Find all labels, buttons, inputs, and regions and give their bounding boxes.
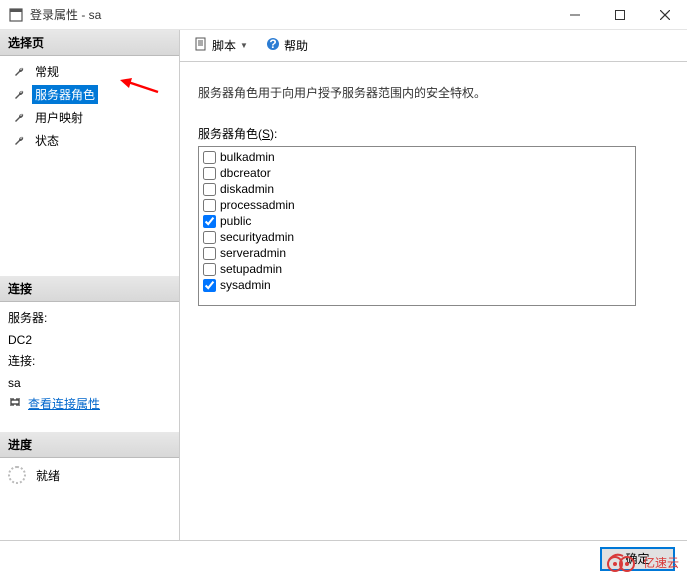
wrench-icon <box>14 88 28 102</box>
role-row[interactable]: bulkadmin <box>201 149 633 165</box>
server-roles-listbox[interactable]: bulkadmin dbcreator diskadmin processadmin p… <box>198 146 636 306</box>
window-icon <box>8 7 24 23</box>
role-name: bulkadmin <box>220 150 275 164</box>
role-name: processadmin <box>220 198 295 212</box>
role-row[interactable]: diskadmin <box>201 181 633 197</box>
sidebar-item-label: 用户映射 <box>32 108 86 127</box>
svg-text:?: ? <box>269 37 276 51</box>
watermark-logo-icon <box>605 550 639 574</box>
help-label: 帮助 <box>284 37 308 54</box>
role-name: sysadmin <box>220 278 271 292</box>
role-checkbox[interactable] <box>203 279 216 292</box>
sidebar-item-label: 状态 <box>32 131 62 150</box>
progress-spinner-icon <box>8 466 26 484</box>
chevron-down-icon: ▼ <box>240 41 248 50</box>
main-panel: 脚本 ▼ ? 帮助 服务器角色用于向用户授予服务器范围内的安全特权。 服务器角色… <box>180 30 687 540</box>
connection-panel: 服务器: DC2 连接: sa 查看连接属性 <box>0 302 179 432</box>
progress-panel: 就绪 <box>0 458 179 492</box>
server-value: DC2 <box>8 330 171 352</box>
sidebar: 选择页 常规 服务器角色 用户映射 状态 连接 服务器: DC2 连接: <box>0 30 180 540</box>
sidebar-item-label: 常规 <box>32 62 62 81</box>
help-button[interactable]: ? 帮助 <box>260 34 314 57</box>
connection-header: 连接 <box>0 276 179 302</box>
view-connection-props-link[interactable]: 查看连接属性 <box>28 394 100 416</box>
role-checkbox[interactable] <box>203 263 216 276</box>
watermark: 亿速云 <box>605 550 679 574</box>
role-row[interactable]: dbcreator <box>201 165 633 181</box>
roles-label: 服务器角色(S): <box>198 125 669 142</box>
role-row[interactable]: sysadmin <box>201 277 633 293</box>
description-text: 服务器角色用于向用户授予服务器范围内的安全特权。 <box>198 84 669 101</box>
role-row[interactable]: processadmin <box>201 197 633 213</box>
select-page-header: 选择页 <box>0 30 179 56</box>
role-row[interactable]: serveradmin <box>201 245 633 261</box>
maximize-button[interactable] <box>597 0 642 29</box>
watermark-text: 亿速云 <box>643 554 679 571</box>
sidebar-item-status[interactable]: 状态 <box>0 129 179 152</box>
connection-icon <box>8 394 22 416</box>
role-checkbox[interactable] <box>203 199 216 212</box>
role-checkbox[interactable] <box>203 183 216 196</box>
role-row[interactable]: setupadmin <box>201 261 633 277</box>
window-title: 登录属性 - sa <box>30 6 552 23</box>
role-name: public <box>220 214 251 228</box>
role-row[interactable]: public <box>201 213 633 229</box>
role-name: securityadmin <box>220 230 294 244</box>
content-area: 服务器角色用于向用户授予服务器范围内的安全特权。 服务器角色(S): bulka… <box>180 62 687 540</box>
role-checkbox[interactable] <box>203 231 216 244</box>
role-checkbox[interactable] <box>203 247 216 260</box>
help-icon: ? <box>266 37 280 54</box>
connection-value: sa <box>8 373 171 395</box>
progress-status: 就绪 <box>36 467 60 484</box>
connection-label: 连接: <box>8 351 171 373</box>
close-button[interactable] <box>642 0 687 29</box>
sidebar-item-label: 服务器角色 <box>32 85 98 104</box>
script-label: 脚本 <box>212 37 236 54</box>
wrench-icon <box>14 111 28 125</box>
titlebar: 登录属性 - sa <box>0 0 687 30</box>
role-row[interactable]: securityadmin <box>201 229 633 245</box>
role-checkbox[interactable] <box>203 167 216 180</box>
wrench-icon <box>14 134 28 148</box>
role-checkbox[interactable] <box>203 215 216 228</box>
toolbar: 脚本 ▼ ? 帮助 <box>180 30 687 62</box>
minimize-button[interactable] <box>552 0 597 29</box>
script-icon <box>194 37 208 54</box>
script-button[interactable]: 脚本 ▼ <box>188 34 254 57</box>
sidebar-item-user-mapping[interactable]: 用户映射 <box>0 106 179 129</box>
role-name: setupadmin <box>220 262 282 276</box>
window-controls <box>552 0 687 29</box>
server-label: 服务器: <box>8 308 171 330</box>
annotation-arrow-icon <box>120 78 160 96</box>
role-name: dbcreator <box>220 166 271 180</box>
progress-header: 进度 <box>0 432 179 458</box>
dialog-footer: 确定 <box>0 540 687 576</box>
role-name: diskadmin <box>220 182 274 196</box>
role-checkbox[interactable] <box>203 151 216 164</box>
wrench-icon <box>14 65 28 79</box>
role-name: serveradmin <box>220 246 286 260</box>
